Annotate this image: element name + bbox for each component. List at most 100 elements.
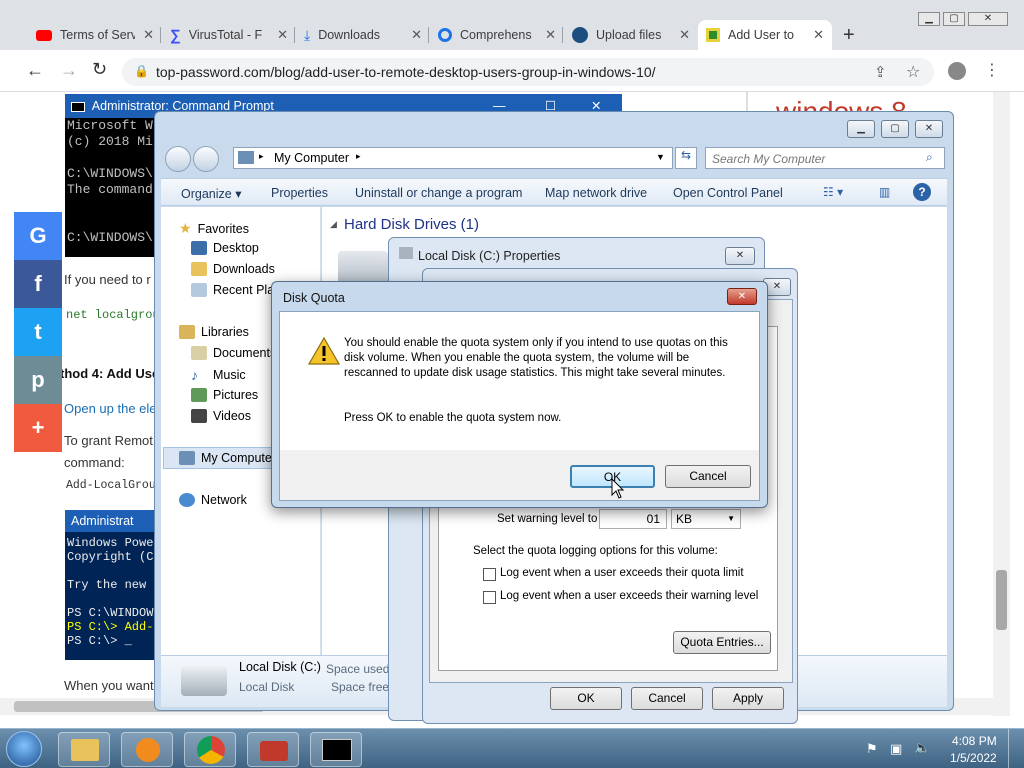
- apply-button[interactable]: Apply: [712, 687, 784, 710]
- more-share-button[interactable]: +: [14, 404, 62, 452]
- hard-drive-icon: [181, 666, 227, 696]
- close-icon[interactable]: ✕: [411, 27, 422, 43]
- ps-line: PS C:\WINDOWS: [67, 606, 161, 620]
- view-options-icon[interactable]: ☷ ▾: [823, 185, 843, 199]
- uninstall-button[interactable]: Uninstall or change a program: [355, 186, 522, 200]
- search-input[interactable]: Search My Computer ⌕: [705, 147, 945, 169]
- nav-my-computer[interactable]: My Compute: [179, 451, 272, 465]
- chevron-down-icon[interactable]: ▼: [656, 152, 665, 162]
- close-icon[interactable]: ✕: [143, 27, 154, 43]
- article-link[interactable]: Open up the ele: [64, 401, 157, 416]
- nav-downloads[interactable]: Downloads: [191, 262, 275, 276]
- show-desktop-button[interactable]: [1008, 729, 1024, 768]
- start-button[interactable]: [6, 731, 42, 767]
- close-button[interactable]: ✕: [725, 247, 755, 265]
- breadcrumb[interactable]: ▸ My Computer ▸ ▼: [233, 147, 673, 169]
- warning-level-input[interactable]: 01: [599, 509, 667, 529]
- folder-icon: [191, 262, 207, 276]
- close-icon[interactable]: ✕: [545, 27, 556, 43]
- taskbar-toolbox[interactable]: [247, 732, 299, 767]
- clock-time[interactable]: 4:08 PM: [952, 734, 997, 748]
- reload-icon[interactable]: ↻: [92, 59, 107, 80]
- share-icon[interactable]: ⇪: [874, 63, 887, 81]
- powershell-window: Administrat Windows Power Copyright (C) …: [65, 510, 165, 660]
- refresh-icon[interactable]: ⇆: [675, 147, 697, 169]
- new-tab-button[interactable]: +: [843, 24, 855, 47]
- back-button[interactable]: [165, 146, 191, 172]
- minimize-button[interactable]: ▁: [918, 12, 940, 26]
- maximize-button[interactable]: ▢: [881, 120, 909, 138]
- breadcrumb-item[interactable]: My Computer: [274, 151, 349, 165]
- tab-comprehensive[interactable]: Comprehens ✕: [430, 20, 564, 50]
- bookmark-star-icon[interactable]: ☆: [906, 62, 920, 82]
- ps-title: Administrat: [71, 514, 134, 528]
- close-icon[interactable]: ✕: [277, 27, 288, 43]
- network-icon[interactable]: ▣: [890, 741, 902, 757]
- details-space-free: Space free:: [331, 680, 393, 694]
- address-bar[interactable]: 🔒 top-password.com/blog/add-user-to-remo…: [122, 58, 934, 86]
- taskbar-chrome[interactable]: [184, 732, 236, 767]
- collapse-icon[interactable]: ◢: [330, 219, 337, 230]
- close-button[interactable]: ✕: [968, 12, 1008, 26]
- tab-virustotal[interactable]: ∑ VirusTotal - F ✕: [162, 20, 296, 50]
- taskbar-explorer[interactable]: [58, 732, 110, 767]
- nav-videos[interactable]: Videos: [191, 409, 251, 423]
- taskbar-cmd[interactable]: [310, 732, 362, 767]
- page-scrollbar[interactable]: [993, 92, 1010, 716]
- tab-label: Comprehens: [460, 28, 532, 42]
- lock-icon: 🔒: [134, 64, 149, 78]
- twitter-share-button[interactable]: t: [14, 308, 62, 356]
- ps-output: Windows Power Copyright (C) Try the new …: [65, 532, 165, 660]
- tab-upload[interactable]: Upload files ✕: [564, 20, 698, 50]
- quota-entries-button[interactable]: Quota Entries...: [673, 631, 771, 654]
- message-area: You should enable the quota system only …: [280, 312, 759, 450]
- details-type: Local Disk: [239, 680, 295, 694]
- print-button[interactable]: p: [14, 356, 62, 404]
- menu-dots-icon[interactable]: ⋮: [984, 60, 1000, 80]
- log-warning-checkbox[interactable]: [483, 591, 496, 604]
- nav-recent[interactable]: Recent Plac: [191, 283, 280, 297]
- ps-line: Try the new c: [67, 578, 161, 592]
- maximize-button[interactable]: ▢: [943, 12, 965, 26]
- nav-favorites[interactable]: ★ Favorites: [179, 220, 249, 237]
- close-button[interactable]: ✕: [727, 288, 757, 305]
- warning-level-label: Set warning level to: [497, 513, 598, 525]
- help-icon[interactable]: ?: [913, 183, 931, 201]
- preview-pane-icon[interactable]: ▥: [879, 185, 890, 199]
- google-share-button[interactable]: G: [14, 212, 62, 260]
- tab-add-user[interactable]: Add User to ✕: [698, 20, 832, 50]
- nav-music[interactable]: ♪ Music: [191, 367, 246, 383]
- taskbar-media-player[interactable]: [121, 732, 173, 767]
- profile-icon[interactable]: [948, 62, 966, 80]
- tab-terms[interactable]: Terms of Serv ✕: [28, 20, 162, 50]
- facebook-share-button[interactable]: f: [14, 260, 62, 308]
- back-icon[interactable]: ←: [26, 60, 44, 81]
- forward-icon[interactable]: →: [60, 60, 78, 81]
- ok-button[interactable]: OK: [550, 687, 622, 710]
- nav-documents[interactable]: Documents: [191, 346, 276, 360]
- properties-button[interactable]: Properties: [271, 186, 328, 200]
- nav-pictures[interactable]: Pictures: [191, 388, 258, 402]
- nav-libraries[interactable]: Libraries: [179, 325, 249, 339]
- close-button[interactable]: ✕: [915, 120, 943, 138]
- cancel-button[interactable]: Cancel: [631, 687, 703, 710]
- close-icon[interactable]: ✕: [679, 27, 690, 43]
- map-network-drive-button[interactable]: Map network drive: [545, 186, 647, 200]
- close-icon[interactable]: ✕: [813, 27, 824, 43]
- scrollbar-thumb[interactable]: [996, 570, 1007, 630]
- clock-date[interactable]: 1/5/2022: [950, 751, 997, 765]
- volume-icon[interactable]: 🔈: [914, 740, 930, 756]
- nav-desktop[interactable]: Desktop: [191, 241, 259, 255]
- tab-downloads[interactable]: ⤓ Downloads ✕: [296, 20, 430, 50]
- cancel-button[interactable]: Cancel: [665, 465, 751, 488]
- organize-menu[interactable]: Organize ▾: [181, 186, 241, 201]
- dialog-title: Local Disk (C:) Properties: [418, 249, 561, 263]
- log-limit-label: Log event when a user exceeds their quot…: [500, 567, 744, 579]
- minimize-button[interactable]: ▁: [847, 120, 875, 138]
- action-center-icon[interactable]: ⚑: [866, 741, 878, 757]
- nav-network[interactable]: Network: [179, 493, 247, 507]
- open-control-panel-button[interactable]: Open Control Panel: [673, 186, 783, 200]
- log-limit-checkbox[interactable]: [483, 568, 496, 581]
- forward-button[interactable]: [193, 146, 219, 172]
- warning-unit-select[interactable]: KB ▼: [671, 509, 741, 529]
